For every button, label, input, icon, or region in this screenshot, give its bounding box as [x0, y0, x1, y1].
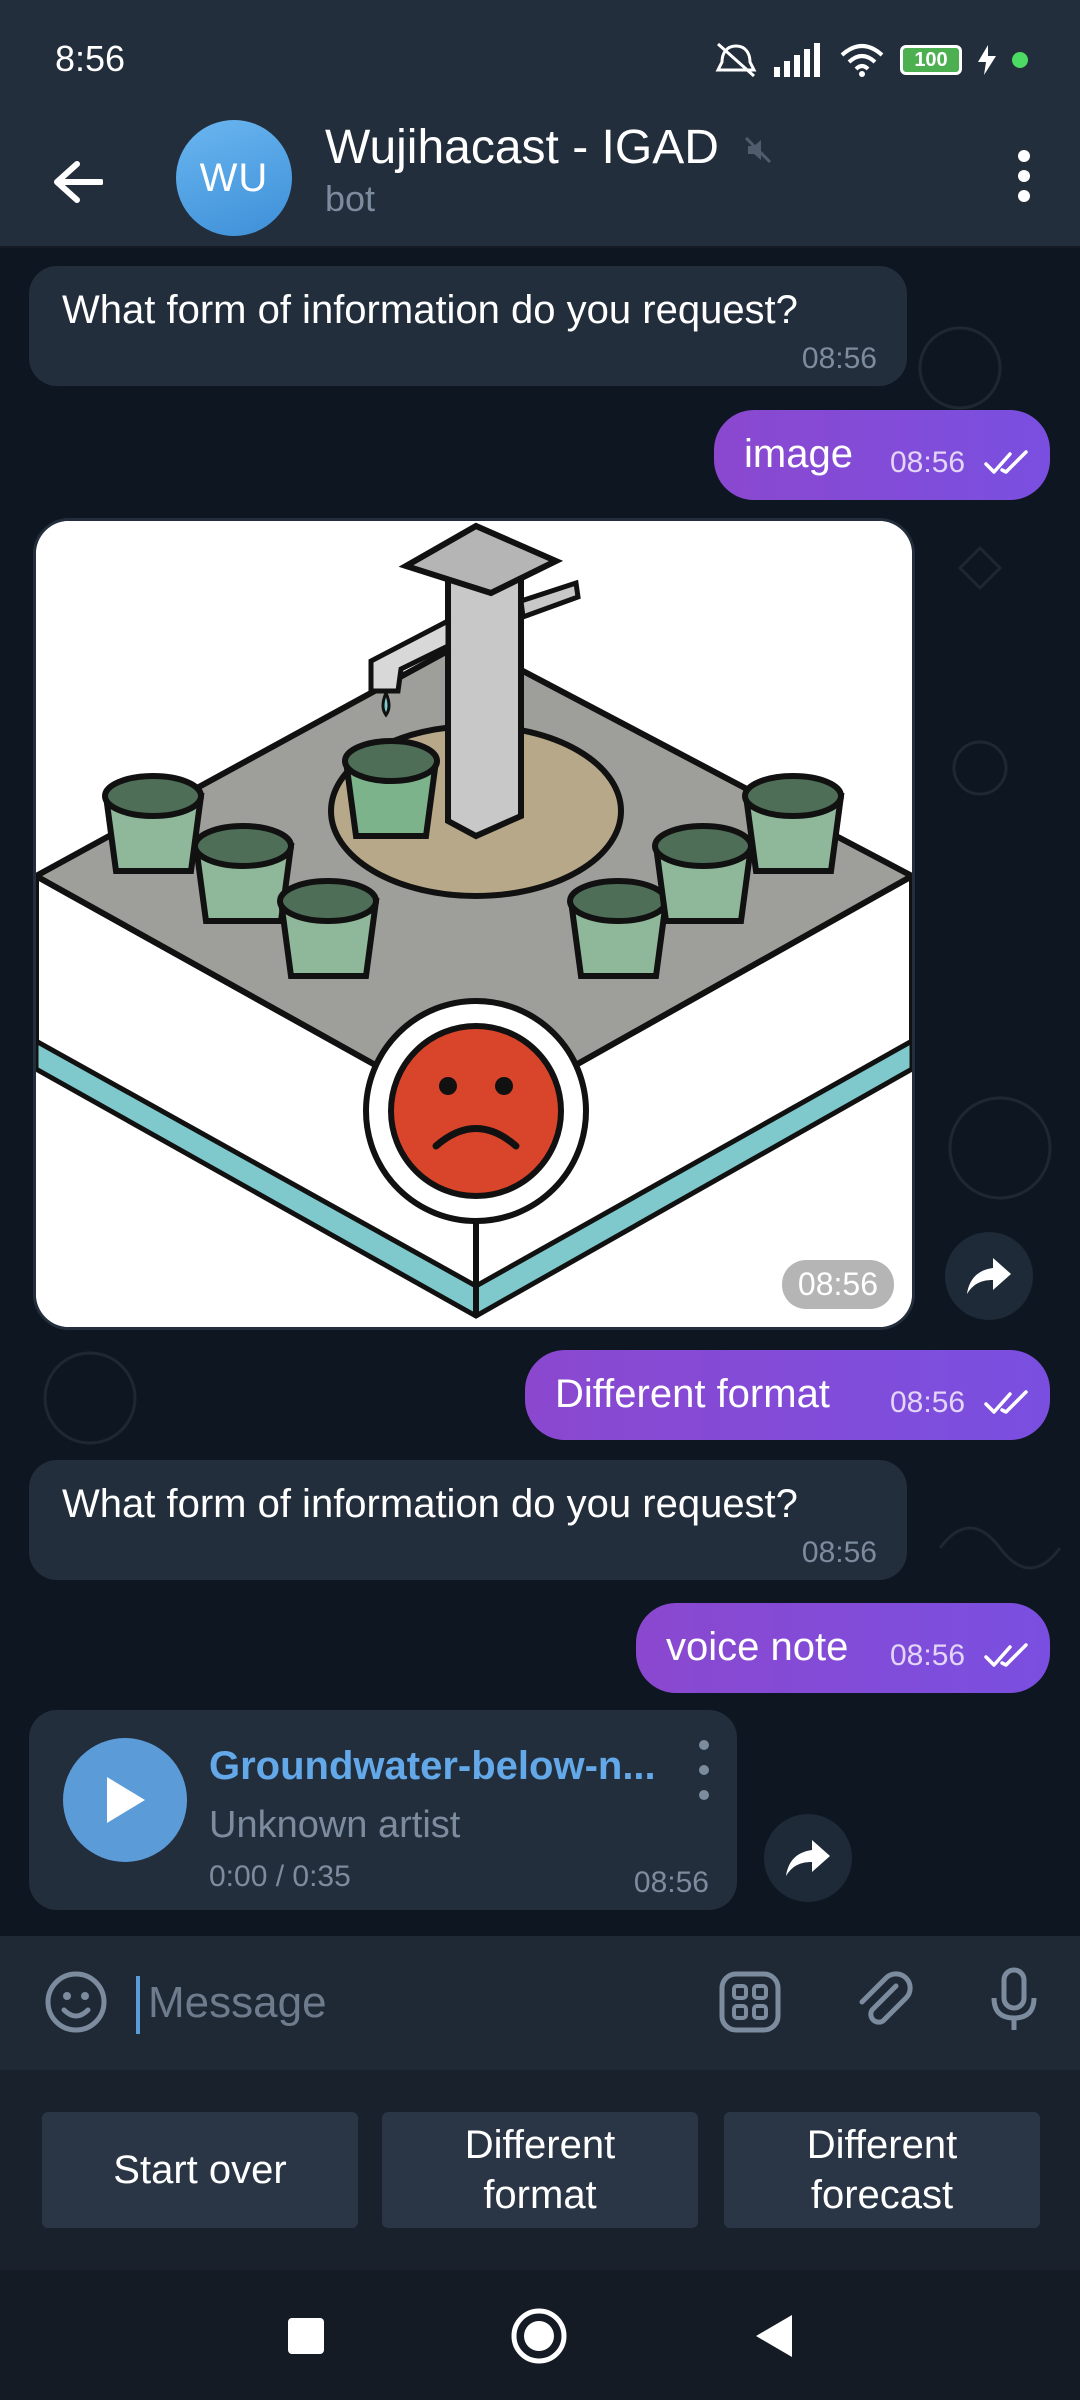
- outgoing-message[interactable]: image 08:56: [714, 410, 1050, 500]
- message-text: What form of information do you request?: [62, 288, 798, 332]
- more-vertical-icon: [1018, 150, 1030, 202]
- back-button[interactable]: [42, 146, 114, 218]
- message-text: What form of information do you request?: [62, 1482, 798, 1526]
- start-over-button[interactable]: Start over: [42, 2112, 358, 2228]
- chat-header: WU Wujihacast - IGAD bot: [0, 120, 1080, 248]
- message-time: 08:56: [801, 1536, 877, 1569]
- kb-button-label: Different forecast: [806, 2123, 958, 2217]
- battery-icon: 100: [900, 45, 962, 75]
- kb-button-label: Different format: [464, 2123, 616, 2217]
- circle-icon: [511, 2308, 567, 2364]
- bot-keyboard-button[interactable]: [714, 1966, 786, 2038]
- text-cursor: [136, 1976, 140, 2034]
- notification-dot: [1012, 52, 1028, 68]
- audio-duration: 0:00 / 0:35: [209, 1860, 351, 1893]
- paperclip-icon: [859, 1971, 913, 2025]
- back-nav-button[interactable]: [738, 2300, 810, 2372]
- image-time: 08:56: [781, 1260, 894, 1309]
- image-message[interactable]: 08:56: [33, 518, 915, 1330]
- audio-options-button[interactable]: [689, 1740, 719, 1800]
- message-time: 08:56: [801, 342, 877, 375]
- different-forecast-button[interactable]: Different forecast: [724, 2112, 1040, 2228]
- water-point-illustration: [36, 521, 912, 1327]
- more-options-button[interactable]: [992, 136, 1056, 216]
- message-text: voice note: [666, 1625, 849, 1669]
- avatar[interactable]: WU: [176, 120, 292, 236]
- audio-message[interactable]: Groundwater-below-n... Unknown artist 0:…: [29, 1710, 737, 1910]
- message-input[interactable]: [148, 1966, 668, 2040]
- read-ticks-icon: [984, 1643, 1028, 1667]
- share-arrow-icon: [967, 1258, 1011, 1294]
- message-composer: [0, 1936, 1080, 2070]
- system-nav-bar: [0, 2270, 1080, 2400]
- triangle-back-icon: [756, 2315, 792, 2357]
- read-ticks-icon: [984, 450, 1028, 474]
- forward-button[interactable]: [945, 1232, 1033, 1320]
- play-button[interactable]: [63, 1738, 187, 1862]
- chat-area[interactable]: What form of information do you request?…: [0, 248, 1080, 1936]
- attach-button[interactable]: [848, 1964, 920, 2036]
- status-time: 8:56: [55, 38, 126, 79]
- home-button[interactable]: [503, 2300, 575, 2372]
- chat-title-text: Wujihacast - IGAD: [325, 121, 719, 174]
- microphone-icon: [991, 1967, 1037, 2030]
- charging-icon: [978, 45, 996, 75]
- smile-icon: [45, 1971, 107, 2033]
- chat-title[interactable]: Wujihacast - IGAD: [325, 120, 772, 175]
- signal-icon: [774, 43, 820, 77]
- incoming-message[interactable]: What form of information do you request?…: [29, 1460, 907, 1580]
- bot-reply-keyboard: Start over Different format Different fo…: [0, 2070, 1080, 2270]
- message-text: image: [744, 432, 853, 476]
- message-time: 08:56: [890, 446, 966, 479]
- share-arrow-icon: [786, 1840, 830, 1876]
- message-time: 08:56: [890, 1639, 966, 1672]
- forward-button[interactable]: [764, 1814, 852, 1902]
- recents-button[interactable]: [270, 2300, 342, 2372]
- grid-icon: [719, 1971, 781, 2033]
- message-time: 08:56: [633, 1866, 709, 1899]
- outgoing-message[interactable]: voice note 08:56: [636, 1603, 1050, 1693]
- incoming-message[interactable]: What form of information do you request?…: [29, 266, 907, 386]
- arrow-left-icon: [54, 161, 103, 203]
- status-bar: 8:56 100: [0, 0, 1080, 120]
- microphone-button[interactable]: [978, 1964, 1050, 2036]
- emoji-button[interactable]: [40, 1966, 112, 2038]
- read-ticks-icon: [984, 1390, 1028, 1414]
- audio-artist: Unknown artist: [209, 1804, 461, 1846]
- mute-icon: [745, 137, 772, 164]
- different-format-button[interactable]: Different format: [382, 2112, 698, 2228]
- outgoing-message[interactable]: Different format 08:56: [525, 1350, 1050, 1440]
- wifi-icon: [840, 44, 884, 77]
- square-icon: [288, 2318, 324, 2354]
- play-icon: [107, 1777, 145, 1823]
- message-text: Different format: [555, 1372, 830, 1416]
- chat-subtitle: bot: [325, 178, 376, 219]
- status-icons: 100: [714, 40, 1028, 80]
- alarm-off-icon: [715, 42, 757, 78]
- message-time: 08:56: [890, 1386, 966, 1419]
- kb-button-label: Start over: [113, 2148, 287, 2192]
- audio-title: Groundwater-below-n...: [209, 1744, 656, 1788]
